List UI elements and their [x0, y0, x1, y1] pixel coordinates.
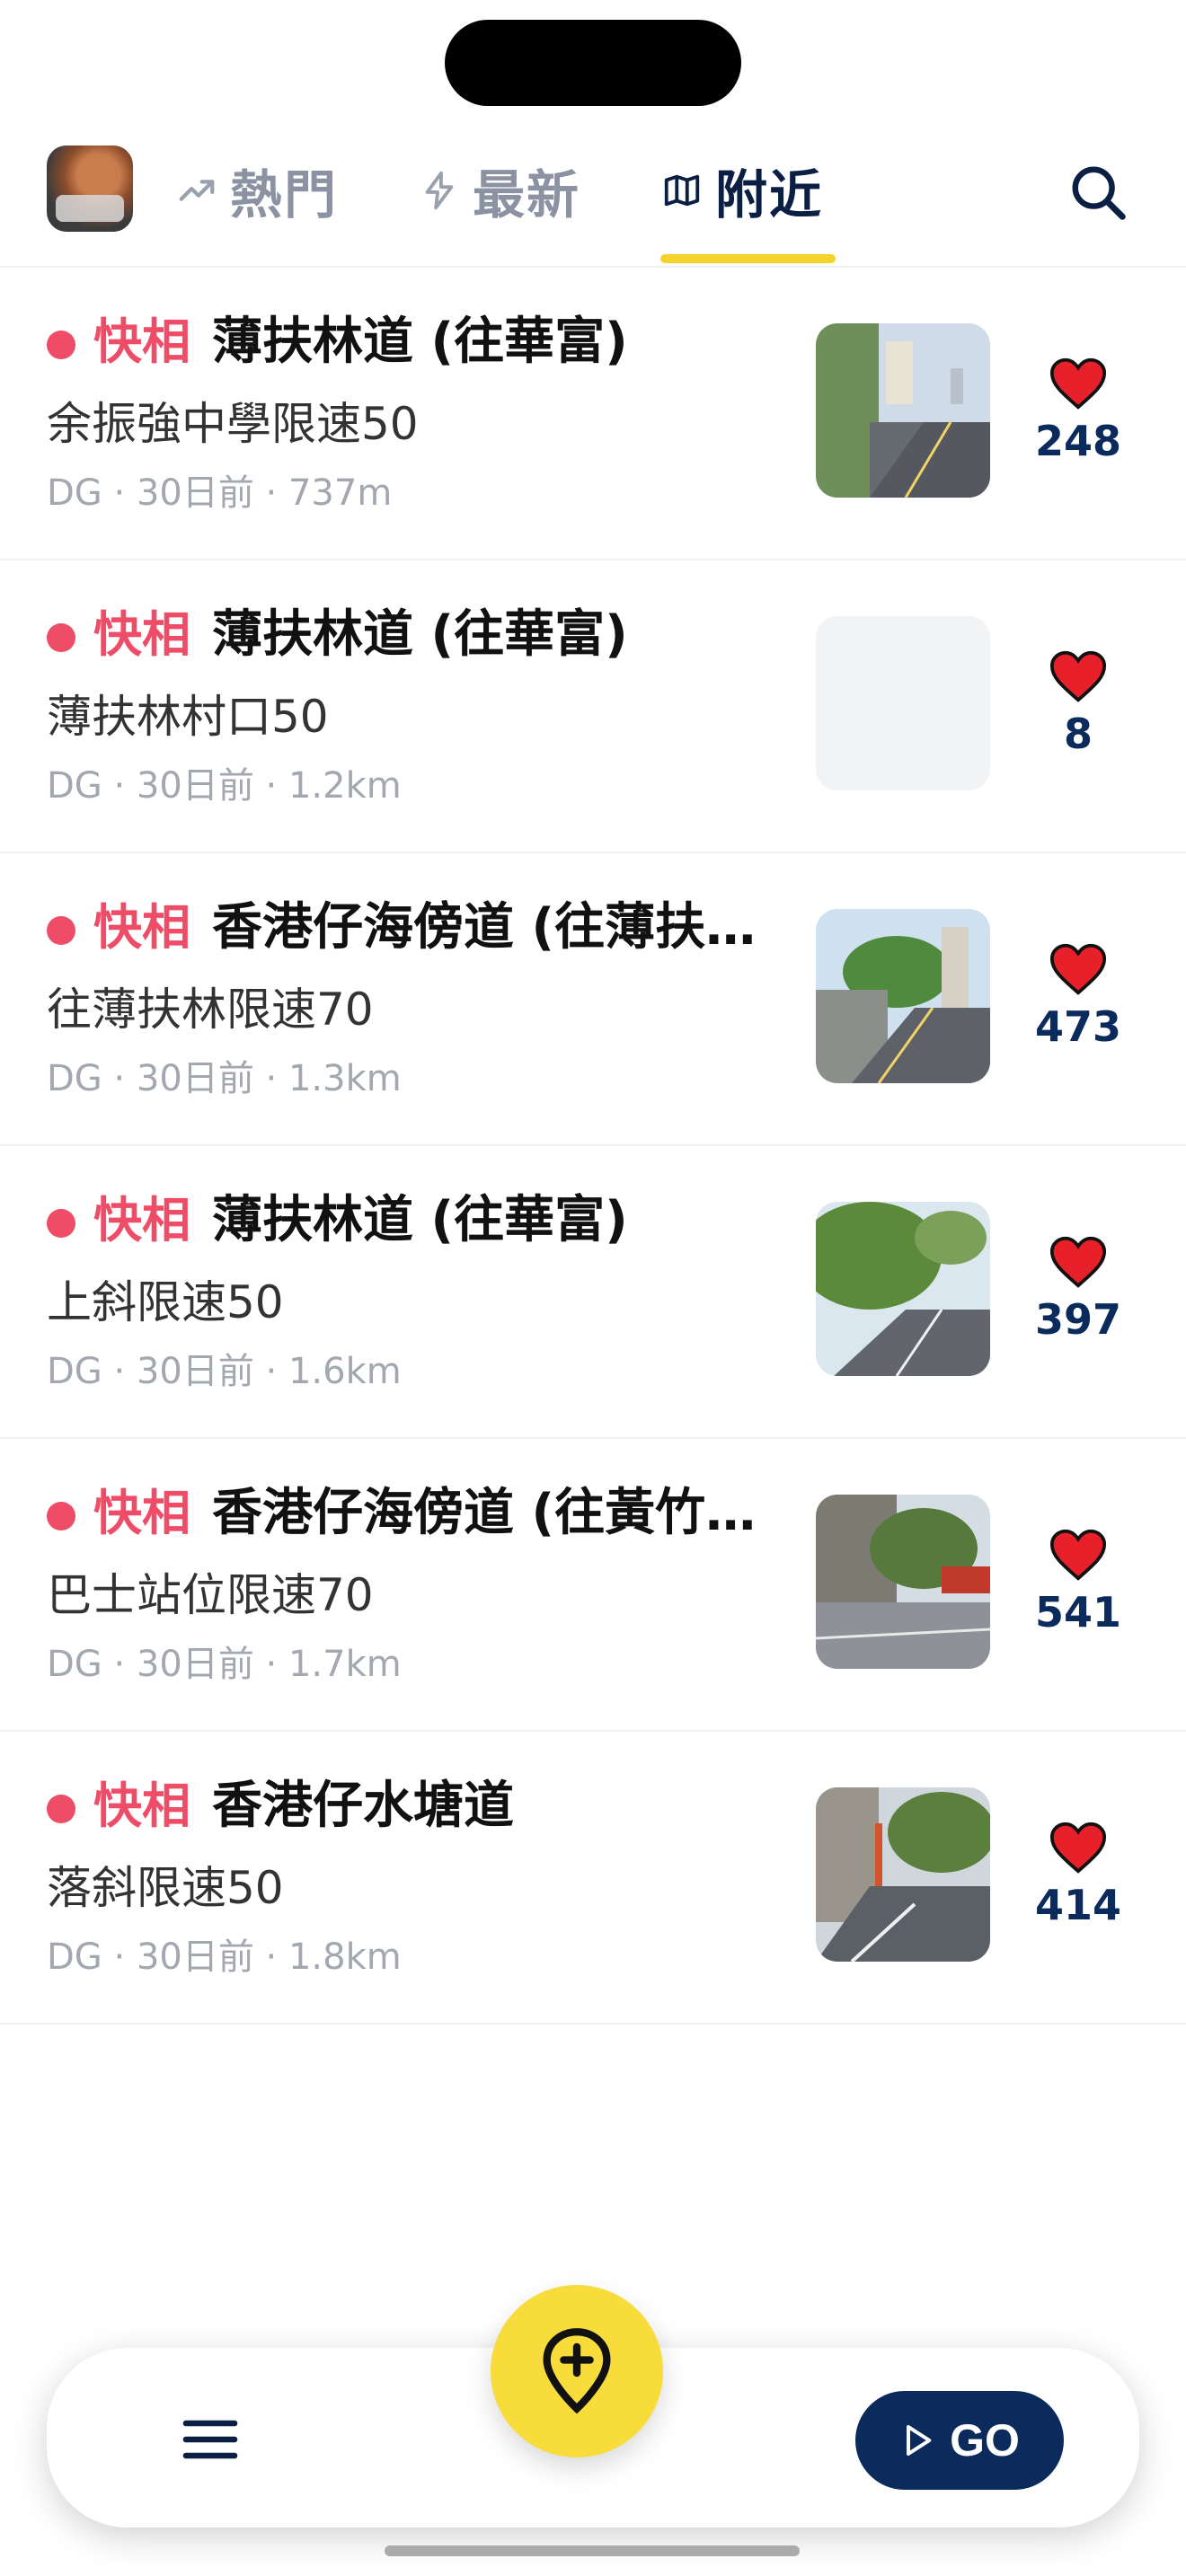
status-dot: [47, 916, 75, 945]
item-tag: 快相: [93, 1192, 190, 1248]
list-item[interactable]: 快相 薄扶林道 (往華富) 薄扶林村口50 DG · 30日前 · 1.2km …: [0, 560, 1186, 853]
item-meta: DG · 30日前 · 1.6km: [47, 1351, 402, 1392]
like-count: 8: [1063, 710, 1093, 758]
go-label: GO: [950, 2415, 1020, 2466]
map-icon: [664, 174, 700, 207]
item-title: 香港仔海傍道 (往黃竹…: [212, 1484, 757, 1542]
item-title: 薄扶林道 (往華富): [212, 313, 628, 371]
like-count: 414: [1034, 1881, 1122, 1929]
add-location-button[interactable]: [491, 2285, 663, 2457]
item-meta: DG · 30日前 · 737m: [47, 472, 393, 514]
trending-up-icon: [179, 180, 215, 201]
avatar[interactable]: [47, 146, 133, 232]
top-nav: 熱門 最新 附近: [0, 135, 1186, 268]
item-meta: DG · 30日前 · 1.2km: [47, 765, 402, 807]
item-thumbnail[interactable]: [816, 1495, 990, 1669]
status-dot: [47, 1502, 75, 1531]
item-thumbnail-placeholder: [816, 616, 990, 790]
nearby-list: 快相 薄扶林道 (往華富) 余振強中學限速50 DG · 30日前 · 737m…: [0, 268, 1186, 2025]
tab-latest[interactable]: 最新: [419, 154, 580, 226]
map-pin-plus-icon: [543, 2328, 611, 2414]
item-tag: 快相: [93, 313, 190, 370]
item-subtitle: 巴士站位限速70: [47, 1569, 374, 1621]
search-icon[interactable]: [1067, 162, 1130, 225]
like-count: 541: [1034, 1588, 1122, 1636]
active-tab-indicator: [660, 254, 836, 263]
item-title: 薄扶林道 (往華富): [212, 1191, 628, 1249]
status-dot: [47, 331, 75, 359]
item-thumbnail[interactable]: [816, 323, 990, 498]
menu-icon[interactable]: [178, 2407, 243, 2472]
dynamic-island: [445, 20, 741, 106]
status-dot: [47, 623, 75, 652]
tab-latest-label: 最新: [473, 164, 581, 225]
item-subtitle: 往薄扶林限速70: [47, 984, 374, 1036]
list-item[interactable]: 快相 香港仔海傍道 (往薄扶… 往薄扶林限速70 DG · 30日前 · 1.3…: [0, 853, 1186, 1146]
item-tag: 快相: [93, 1485, 190, 1541]
item-subtitle: 落斜限速50: [47, 1862, 284, 1914]
item-subtitle: 余振強中學限速50: [47, 398, 419, 450]
item-thumbnail[interactable]: [816, 909, 990, 1083]
heart-icon[interactable]: [1047, 1231, 1110, 1293]
list-item[interactable]: 快相 香港仔海傍道 (往黃竹… 巴士站位限速70 DG · 30日前 · 1.7…: [0, 1439, 1186, 1732]
tab-nearby-label: 附近: [715, 164, 824, 225]
status-dot: [47, 1795, 75, 1823]
tab-nearby[interactable]: 附近: [661, 154, 823, 226]
heart-icon[interactable]: [1047, 1816, 1110, 1879]
list-item[interactable]: 快相 薄扶林道 (往華富) 余振強中學限速50 DG · 30日前 · 737m…: [0, 268, 1186, 560]
list-item[interactable]: 快相 薄扶林道 (往華富) 上斜限速50 DG · 30日前 · 1.6km 3…: [0, 1146, 1186, 1439]
lightning-icon: [425, 171, 454, 210]
go-button[interactable]: GO: [855, 2391, 1064, 2490]
heart-icon[interactable]: [1047, 645, 1110, 708]
home-indicator: [385, 2545, 800, 2556]
like-count: 248: [1034, 417, 1122, 465]
heart-icon[interactable]: [1047, 1523, 1110, 1586]
tab-hot-label: 熱門: [230, 164, 339, 225]
item-thumbnail[interactable]: [816, 1787, 990, 1962]
play-icon: [907, 2425, 932, 2456]
like-count: 473: [1034, 1002, 1122, 1051]
heart-icon[interactable]: [1047, 938, 1110, 1001]
status-dot: [47, 1209, 75, 1238]
item-tag: 快相: [93, 899, 190, 956]
item-subtitle: 薄扶林村口50: [47, 691, 329, 743]
item-meta: DG · 30日前 · 1.7km: [47, 1644, 402, 1685]
item-meta: DG · 30日前 · 1.3km: [47, 1058, 402, 1099]
item-title: 香港仔海傍道 (往薄扶…: [212, 898, 757, 957]
item-title: 薄扶林道 (往華富): [212, 605, 628, 664]
list-item[interactable]: 快相 香港仔水塘道 落斜限速50 DG · 30日前 · 1.8km 414: [0, 1732, 1186, 2025]
item-tag: 快相: [93, 1778, 190, 1834]
item-meta: DG · 30日前 · 1.8km: [47, 1936, 402, 1978]
like-count: 397: [1034, 1295, 1122, 1344]
item-title: 香港仔水塘道: [212, 1777, 514, 1835]
tab-hot[interactable]: 熱門: [176, 154, 338, 226]
item-tag: 快相: [93, 606, 190, 663]
item-subtitle: 上斜限速50: [47, 1276, 284, 1328]
heart-icon[interactable]: [1047, 352, 1110, 415]
item-thumbnail[interactable]: [816, 1202, 990, 1376]
